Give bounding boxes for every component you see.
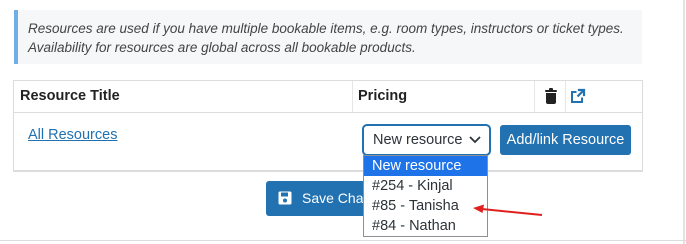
dropdown-option[interactable]: New resource <box>364 156 487 176</box>
resources-notice: Resources are used if you have multiple … <box>14 10 642 64</box>
page-bottom-border <box>0 240 686 241</box>
table-header-row: Resource Title Pricing <box>14 81 642 113</box>
trash-icon[interactable] <box>545 88 557 104</box>
pricing-resource-select[interactable]: New resource <box>363 125 490 155</box>
floppy-disk-icon <box>278 191 292 205</box>
annotation-arrow <box>473 204 543 216</box>
add-link-resource-button[interactable]: Add/link Resource <box>500 125 631 155</box>
dropdown-option[interactable]: #254 - Kinjal <box>364 176 487 196</box>
all-resources-link[interactable]: All Resources <box>28 127 117 143</box>
resource-dropdown-list[interactable]: New resource #254 - Kinjal #85 - Tanisha… <box>363 155 488 237</box>
column-separator <box>352 81 353 112</box>
notice-line-1: Resources are used if you have multiple … <box>28 21 624 36</box>
external-link-icon[interactable] <box>570 88 586 104</box>
resources-table: Resource Title Pricing All Resources New… <box>13 80 643 171</box>
notice-line-2: Availability for resources are global ac… <box>28 40 416 55</box>
divider <box>13 171 643 172</box>
chevron-down-icon <box>469 136 481 144</box>
column-separator <box>565 81 566 112</box>
column-separator <box>534 81 535 112</box>
header-resource-title: Resource Title <box>20 88 120 104</box>
header-pricing: Pricing <box>358 88 408 104</box>
select-value: New resource <box>373 132 463 148</box>
dropdown-option[interactable]: #85 - Tanisha <box>364 196 487 216</box>
dropdown-option[interactable]: #84 - Nathan <box>364 216 487 236</box>
panel-right-border <box>683 0 685 244</box>
